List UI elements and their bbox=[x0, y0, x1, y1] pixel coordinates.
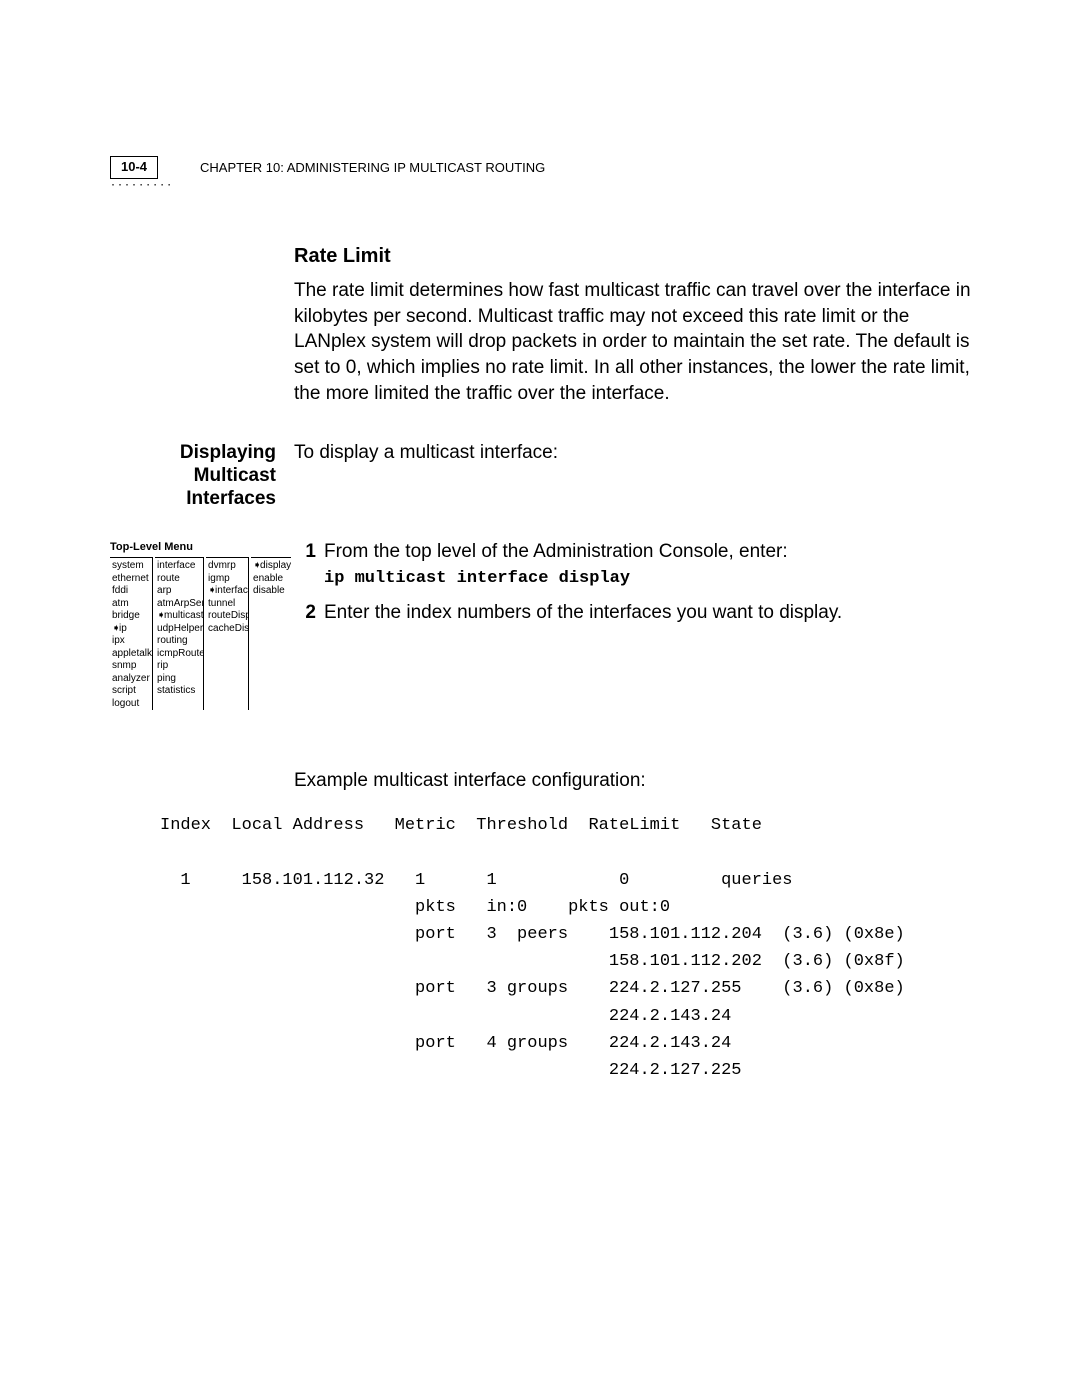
step-number: 1 bbox=[294, 541, 324, 588]
page-header: 10-4 ········· CHAPTER 10: ADMINISTERING… bbox=[110, 160, 980, 175]
arrow-icon: ➧ bbox=[112, 623, 119, 636]
menu-col-3: dvmrp igmp ➧interface tunnel routeDispla… bbox=[206, 557, 249, 710]
page-number: 10-4 bbox=[110, 156, 158, 179]
example-label: Example multicast interface configuratio… bbox=[294, 770, 980, 792]
step-1-text: From the top level of the Administration… bbox=[324, 541, 980, 563]
rate-limit-heading: Rate Limit bbox=[294, 245, 980, 268]
menu-col-2: interface route arp atmArpServer ➧multic… bbox=[155, 557, 204, 710]
arrow-icon: ➧ bbox=[253, 560, 260, 573]
menu-title: Top-Level Menu bbox=[110, 541, 288, 555]
step-2-text: Enter the index numbers of the interface… bbox=[324, 602, 980, 624]
arrow-icon: ➧ bbox=[157, 610, 164, 623]
chapter-title: CHAPTER 10: ADMINISTERING IP MULTICAST R… bbox=[200, 160, 980, 175]
step-1: 1 From the top level of the Administrati… bbox=[294, 541, 980, 588]
decorative-dots: ········· bbox=[110, 180, 173, 191]
top-level-menu: Top-Level Menu system ethernet fddi atm … bbox=[110, 541, 294, 711]
example-output: Index Local Address Metric Threshold Rat… bbox=[160, 812, 980, 1084]
displaying-intro: To display a multicast interface: bbox=[294, 442, 980, 464]
step-2: 2 Enter the index numbers of the interfa… bbox=[294, 602, 980, 624]
step-1-command: ip multicast interface display bbox=[324, 569, 980, 588]
rate-limit-body: The rate limit determines how fast multi… bbox=[294, 278, 980, 406]
step-number: 2 bbox=[294, 602, 324, 624]
menu-col-4: ➧display enable disable bbox=[251, 557, 291, 710]
arrow-icon: ➧ bbox=[208, 585, 215, 598]
displaying-side-label: Displaying Multicast Interfaces bbox=[110, 442, 294, 510]
menu-col-1: system ethernet fddi atm bridge ➧ip ipx … bbox=[110, 557, 153, 710]
